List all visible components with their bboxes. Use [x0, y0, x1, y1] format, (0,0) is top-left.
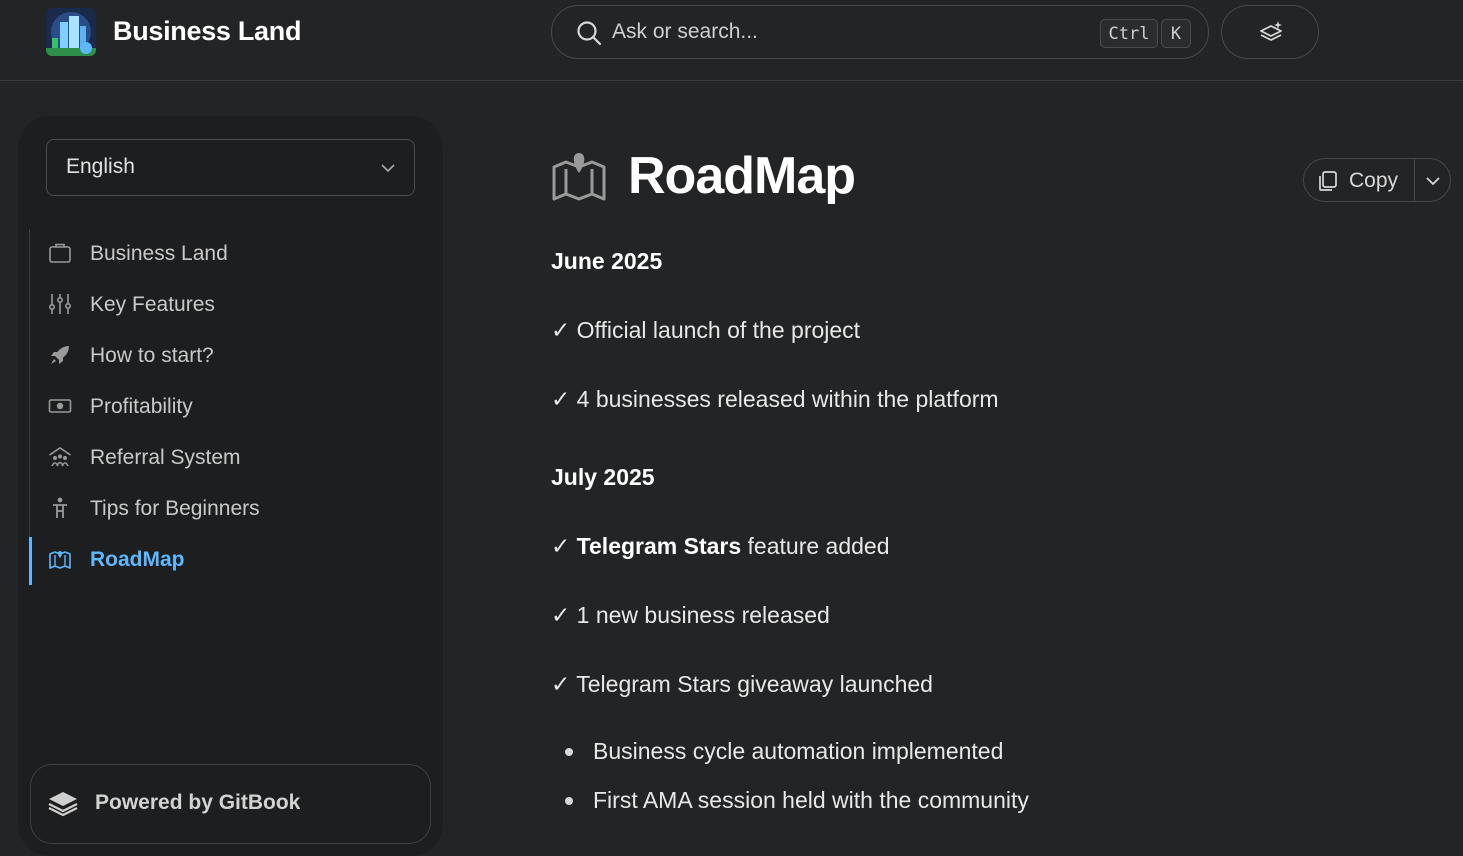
money-icon: [48, 399, 72, 413]
briefcase-icon: [49, 243, 71, 263]
sidebar: English Business Land Key Features How t…: [18, 116, 443, 856]
roadmap-item: ✓ 1 new business released: [551, 602, 830, 629]
check-mark: ✓: [551, 602, 577, 628]
sidebar-item-profitability[interactable]: Profitability: [30, 384, 410, 428]
check-mark: ✓: [551, 671, 577, 697]
chevron-down-icon: [1426, 177, 1440, 186]
sidebar-item-roadmap[interactable]: RoadMap: [29, 537, 410, 585]
sidebar-item-referral-system[interactable]: Referral System: [30, 435, 410, 479]
roadmap-item-text: 1 new business released: [576, 602, 830, 628]
sidebar-item-label: Referral System: [90, 446, 241, 469]
roadmap-item: ✓ Telegram Stars giveaway launched: [551, 671, 933, 698]
copy-label: Copy: [1349, 169, 1399, 192]
copy-button-group: Copy: [1303, 158, 1451, 202]
sidebar-item-how-to-start[interactable]: How to start?: [30, 333, 410, 377]
chevron-down-icon: [381, 164, 395, 173]
sidebar-item-key-features[interactable]: Key Features: [30, 282, 410, 326]
search-icon: [577, 21, 602, 46]
copy-options-dropdown[interactable]: [1415, 159, 1451, 201]
section-heading-july-2025: July 2025: [551, 464, 655, 490]
sidebar-item-label: Tips for Beginners: [90, 497, 260, 520]
roadmap-item-bold: Telegram Stars: [576, 533, 742, 559]
bullet-icon: [565, 748, 573, 756]
brand-name[interactable]: Business Land: [113, 16, 301, 47]
sliders-icon: [48, 294, 71, 314]
sidebar-item-label: RoadMap: [90, 548, 185, 571]
roadmap-item: ✓ 4 businesses released within the platf…: [551, 386, 999, 412]
powered-by-gitbook-link[interactable]: Powered by GitBook: [30, 764, 431, 844]
copy-icon: [1319, 171, 1337, 191]
roadmap-item-text: Telegram Stars giveaway launched: [576, 671, 933, 697]
shortcut-ctrl-key: Ctrl: [1100, 19, 1158, 48]
person-icon: [53, 497, 67, 518]
language-select[interactable]: English: [46, 139, 415, 196]
people-roof-icon: [49, 447, 71, 467]
brand-logo[interactable]: [46, 8, 96, 56]
sidebar-item-tips-for-beginners[interactable]: Tips for Beginners: [30, 486, 410, 530]
top-header: Business Land Ctrl K: [0, 0, 1463, 81]
map-icon: [552, 153, 606, 201]
sidebar-item-label: Business Land: [90, 242, 228, 265]
roadmap-item: ✓ Telegram Stars feature added: [551, 533, 890, 560]
rocket-icon: [51, 346, 69, 364]
roadmap-item-text: feature added: [741, 533, 890, 559]
powered-by-label: Powered by GitBook: [95, 791, 301, 814]
shortcut-k-key: K: [1161, 19, 1191, 48]
sidebar-item-label: Key Features: [90, 293, 215, 316]
section-heading-june-2025: June 2025: [551, 248, 663, 274]
list-item: First AMA session held with the communit…: [593, 787, 1029, 813]
map-icon: [49, 551, 71, 569]
sidebar-item-label: How to start?: [90, 344, 214, 367]
list-item: Business cycle automation implemented: [593, 738, 1004, 764]
copy-page-button[interactable]: Copy: [1304, 159, 1414, 201]
page-title: RoadMap: [628, 147, 856, 205]
sidebar-item-label: Profitability: [90, 395, 193, 418]
sidebar-item-business-land[interactable]: Business Land: [30, 231, 410, 275]
bullet-icon: [565, 797, 573, 805]
ai-assistant-button[interactable]: [1221, 5, 1319, 59]
gitbook-logo-icon: [48, 792, 78, 817]
search-input[interactable]: [612, 18, 1092, 46]
sparkle-layers-icon: [1260, 21, 1282, 41]
check-mark: ✓: [551, 533, 577, 559]
roadmap-item: ✓ Official launch of the project: [551, 317, 861, 343]
search-bar[interactable]: Ctrl K: [551, 5, 1209, 59]
language-select-value: English: [66, 155, 135, 178]
